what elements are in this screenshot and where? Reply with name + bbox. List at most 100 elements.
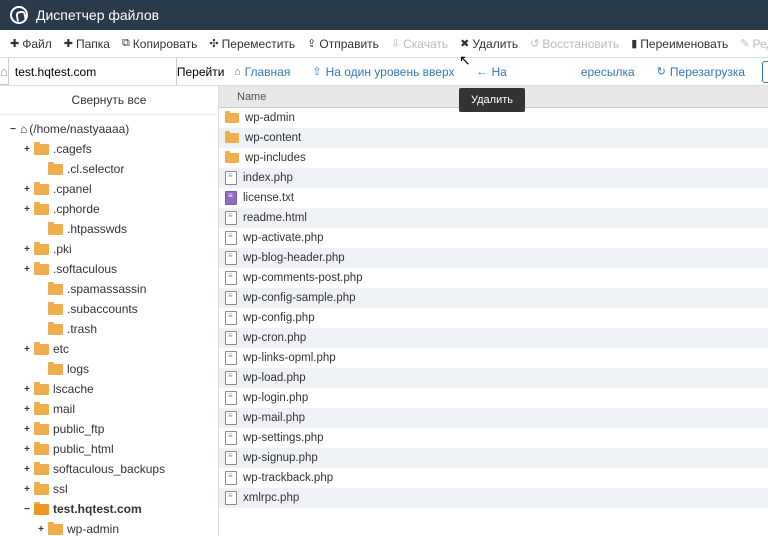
tree-label: (/home/nastyaaaa) [29,120,129,138]
file-row[interactable]: index.php [219,168,768,188]
toggle-icon[interactable]: − [8,122,18,137]
tree-node[interactable]: +softaculous_backups [6,459,218,479]
toolbar-переместить[interactable]: ✣Переместить [203,33,301,55]
toggle-icon[interactable]: + [22,462,32,477]
toggle-icon[interactable]: + [22,442,32,457]
toolbar-папка[interactable]: ✚Папка [58,33,116,55]
toggle-icon[interactable]: − [22,502,32,517]
file-row[interactable]: wp-settings.php [219,428,768,448]
toggle-icon[interactable]: + [22,202,32,217]
tree-node[interactable]: .subaccounts [6,299,218,319]
file-row[interactable]: wp-activate.php [219,228,768,248]
file-row[interactable]: license.txt [219,188,768,208]
tree-node[interactable]: +.cpanel [6,179,218,199]
select-all-button[interactable]: ☑Выбрать все [762,61,768,83]
tree-label: .subaccounts [67,300,138,318]
tree-label: .cphorde [53,200,100,218]
tree-node[interactable]: logs [6,359,218,379]
toggle-icon[interactable]: + [22,182,32,197]
toggle-icon[interactable]: + [22,142,32,157]
up-level-button[interactable]: ⇧На один уровень вверх [303,61,463,83]
file-row[interactable]: readme.html [219,208,768,228]
home-icon[interactable]: ⌂ [0,58,9,85]
file-row[interactable]: wp-includes [219,148,768,168]
toggle-icon[interactable]: + [22,262,32,277]
tb-icon: ▮ [631,37,637,50]
toolbar-ред: ✎Ред [734,33,768,55]
tree-node[interactable]: + .cphorde [6,199,218,219]
toolbar-копировать[interactable]: ⧉Копировать [116,33,203,55]
path-input[interactable] [9,58,177,85]
file-row[interactable]: wp-content [219,128,768,148]
tree-node[interactable]: +public_html [6,439,218,459]
tree-node[interactable]: +wp-admin [6,519,218,536]
file-row[interactable]: wp-comments-post.php [219,268,768,288]
toggle-icon[interactable]: + [22,382,32,397]
file-row[interactable]: wp-links-opml.php [219,348,768,368]
folder-icon [48,304,63,315]
file-icon [225,191,237,205]
file-row[interactable]: wp-blog-header.php [219,248,768,268]
file-row[interactable]: xmlrpc.php [219,488,768,508]
file-row[interactable]: wp-signup.php [219,448,768,468]
toggle-icon[interactable]: + [22,342,32,357]
forward-button[interactable]: ересылка [572,61,644,83]
folder-icon [225,153,239,163]
delete-tooltip: Удалить [459,88,525,112]
file-row[interactable]: wp-trackback.php [219,468,768,488]
toolbar-восстановить: ↺Восстановить [524,33,625,55]
tree-node[interactable]: .htpasswds [6,219,218,239]
folder-icon [34,404,49,415]
file-icon [225,171,237,185]
home-button[interactable]: ⌂Главная [225,61,299,83]
toolbar-отправить[interactable]: ⇪Отправить [301,33,385,55]
go-button[interactable]: Перейти [177,58,225,85]
folder-icon [34,344,49,355]
file-name: wp-comments-post.php [243,272,363,284]
file-row[interactable]: wp-config.php [219,308,768,328]
file-row[interactable]: wp-mail.php [219,408,768,428]
sidebar: ⌂ Перейти Свернуть все −⌂(/home/nastyaaa… [0,58,219,536]
tree-node[interactable]: −⌂(/home/nastyaaaa) [6,119,218,139]
toggle-icon[interactable]: + [36,522,46,536]
tree-node[interactable]: +.cagefs [6,139,218,159]
reload-button[interactable]: ↻Перезагрузка [648,61,754,83]
file-name: wp-config-sample.php [243,292,356,304]
tb-icon: ⧉ [122,37,130,50]
tree-label: .cl.selector [67,160,124,178]
folder-icon [34,244,49,255]
toolbar-переименовать[interactable]: ▮Переименовать [625,33,734,55]
toolbar-удалить[interactable]: ✖Удалить [454,33,524,55]
tree-node[interactable]: +etc [6,339,218,359]
collapse-all-button[interactable]: Свернуть все [0,86,218,115]
back-arrow-icon: ← [476,66,487,78]
back-button[interactable]: ←На [467,61,515,83]
toolbar-скачать: ⇩Скачать [385,33,454,55]
tree-node[interactable]: + lscache [6,379,218,399]
tree-node[interactable]: +.pki [6,239,218,259]
tree-node[interactable]: +mail [6,399,218,419]
toggle-icon[interactable]: + [22,482,32,497]
tree-node[interactable]: .cl.selector [6,159,218,179]
tree-node[interactable]: +.softaculous [6,259,218,279]
tree-label: logs [67,360,89,378]
toggle-icon[interactable]: + [22,242,32,257]
tree-node[interactable]: .spamassassin [6,279,218,299]
tree-label: lscache [53,380,94,398]
cpanel-logo-icon [10,6,28,24]
tree-node[interactable]: −test.hqtest.com [6,499,218,519]
file-row[interactable]: wp-login.php [219,388,768,408]
toolbar-файл[interactable]: ✚Файл [4,33,58,55]
file-row[interactable]: wp-load.php [219,368,768,388]
file-icon [225,291,237,305]
tree-node[interactable]: +public_ftp [6,419,218,439]
app-title: Диспетчер файлов [36,7,159,23]
tree-node[interactable]: +ssl [6,479,218,499]
file-row[interactable]: wp-config-sample.php [219,288,768,308]
file-name: license.txt [243,192,294,204]
file-name: wp-includes [245,152,306,164]
tree-node[interactable]: .trash [6,319,218,339]
file-row[interactable]: wp-cron.php [219,328,768,348]
toggle-icon[interactable]: + [22,402,32,417]
toggle-icon[interactable]: + [22,422,32,437]
